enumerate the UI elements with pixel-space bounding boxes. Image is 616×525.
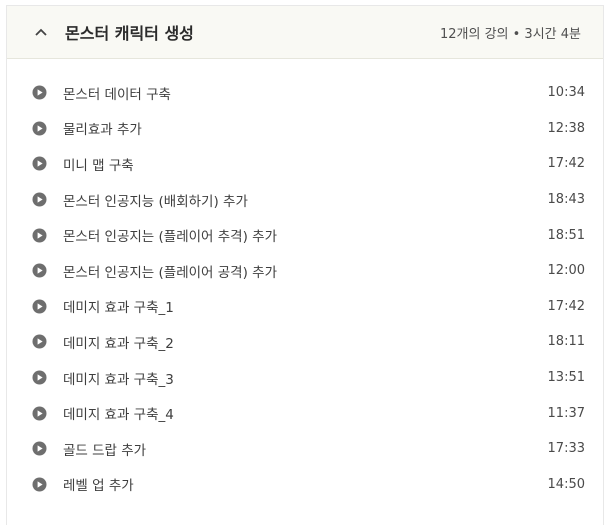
play-circle-icon[interactable] (32, 334, 47, 349)
lecture-duration: 18:11 (547, 334, 585, 350)
lecture-title: 데미지 효과 구축_4 (63, 407, 174, 424)
lecture-item[interactable]: 미니 맵 구축 17:42 (7, 146, 603, 182)
lecture-title: 몬스터 인공지는 (플레이어 공격) 추가 (63, 264, 277, 281)
play-circle-icon[interactable] (32, 441, 47, 456)
play-circle-icon[interactable] (32, 299, 47, 314)
lecture-duration: 18:43 (547, 192, 585, 208)
lecture-item[interactable]: 몬스터 인공지능 (배회하기) 추가 18:43 (7, 182, 603, 218)
section-title: 몬스터 캐릭터 생성 (65, 24, 194, 43)
lecture-item[interactable]: 몬스터 인공지는 (플레이어 공격) 추가 12:00 (7, 253, 603, 289)
lecture-title: 레벨 업 추가 (63, 478, 134, 495)
lecture-duration: 17:42 (547, 298, 585, 314)
lecture-title: 데미지 효과 구축_2 (63, 335, 174, 352)
curriculum-section: 몬스터 캐릭터 생성 12개의 강의 • 3시간 4분 몬스터 데이터 구축 1… (6, 5, 604, 525)
lecture-duration: 13:51 (547, 370, 585, 386)
section-meta: 12개의 강의 • 3시간 4분 (439, 26, 581, 42)
lecture-item[interactable]: 데미지 효과 구축_4 11:37 (7, 395, 603, 431)
lecture-title: 데미지 효과 구축_1 (63, 300, 174, 317)
lecture-title: 몬스터 인공지는 (플레이어 추격) 추가 (63, 229, 277, 246)
play-circle-icon[interactable] (32, 192, 47, 207)
play-circle-icon[interactable] (32, 406, 47, 421)
lecture-duration: 17:33 (547, 441, 585, 457)
play-circle-icon[interactable] (32, 263, 47, 278)
lecture-title: 골드 드랍 추가 (63, 442, 147, 459)
play-circle-icon[interactable] (32, 228, 47, 243)
play-circle-icon[interactable] (32, 85, 47, 100)
lecture-item[interactable]: 데미지 효과 구축_1 17:42 (7, 289, 603, 325)
lecture-item[interactable]: 데미지 효과 구축_3 13:51 (7, 360, 603, 396)
section-header[interactable]: 몬스터 캐릭터 생성 12개의 강의 • 3시간 4분 (7, 6, 603, 59)
play-circle-icon[interactable] (32, 370, 47, 385)
lecture-duration: 12:38 (547, 120, 585, 136)
lecture-item[interactable]: 물리효과 추가 12:38 (7, 111, 603, 147)
lecture-title: 몬스터 인공지능 (배회하기) 추가 (63, 193, 248, 210)
lecture-item[interactable]: 몬스터 데이터 구축 10:34 (7, 75, 603, 111)
lecture-duration: 14:50 (547, 476, 585, 492)
lecture-title: 데미지 효과 구축_3 (63, 371, 174, 388)
lecture-item[interactable]: 골드 드랍 추가 17:33 (7, 431, 603, 467)
lecture-title: 몬스터 데이터 구축 (63, 86, 171, 103)
chevron-up-icon[interactable] (33, 24, 49, 40)
lecture-list: 몬스터 데이터 구축 10:34 물리효과 추가 12:38 미니 맵 구축 1… (7, 59, 603, 502)
lecture-title: 미니 맵 구축 (63, 157, 134, 174)
play-circle-icon[interactable] (32, 477, 47, 492)
lecture-item[interactable]: 몬스터 인공지는 (플레이어 추격) 추가 18:51 (7, 217, 603, 253)
lecture-duration: 11:37 (547, 405, 585, 421)
lecture-item[interactable]: 데미지 효과 구축_2 18:11 (7, 324, 603, 360)
lecture-duration: 12:00 (547, 263, 585, 279)
lecture-item[interactable]: 레벨 업 추가 14:50 (7, 467, 603, 503)
lecture-duration: 10:34 (547, 85, 585, 101)
lecture-title: 물리효과 추가 (63, 122, 142, 139)
play-circle-icon[interactable] (32, 121, 47, 136)
lecture-duration: 17:42 (547, 156, 585, 172)
lecture-duration: 18:51 (547, 227, 585, 243)
play-circle-icon[interactable] (32, 156, 47, 171)
